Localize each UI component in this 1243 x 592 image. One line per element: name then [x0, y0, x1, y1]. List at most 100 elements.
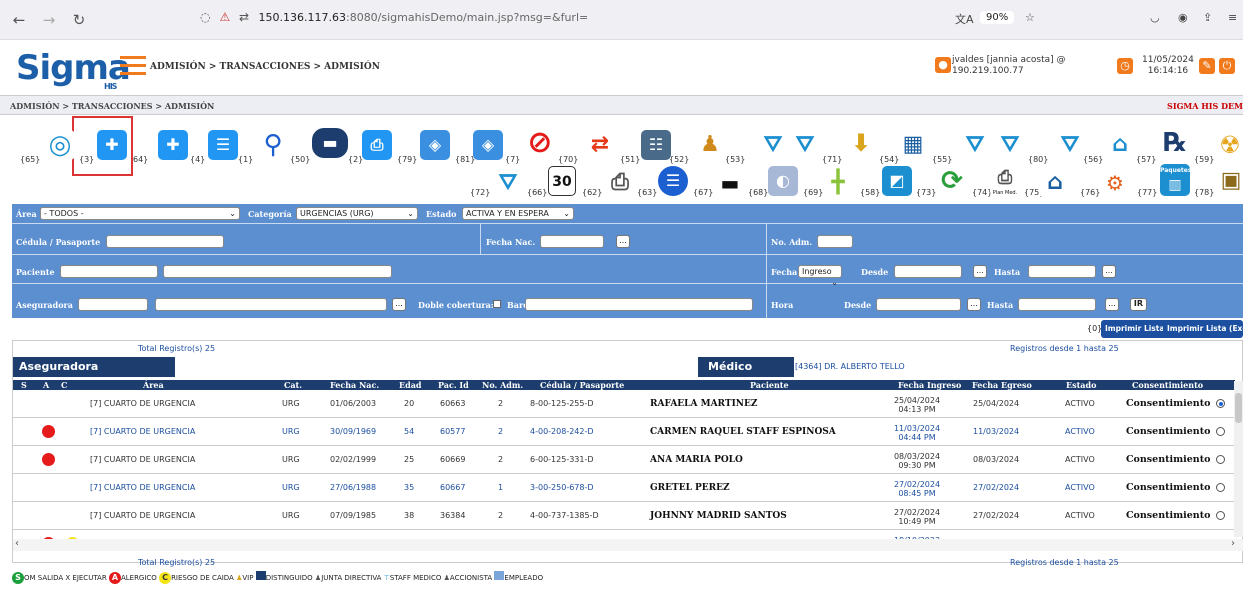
barcode-input[interactable]	[525, 298, 753, 311]
aseguradora-name-input[interactable]	[155, 298, 387, 311]
fingerprint-icon[interactable]: ◎	[45, 130, 75, 160]
print-excel-button[interactable]: Imprimir Lista (Excel	[1163, 320, 1243, 338]
cell-pac: 36384	[440, 511, 466, 520]
power-icon[interactable]: ⏻	[1219, 58, 1235, 74]
translate-icon[interactable]: 文A	[955, 11, 974, 27]
tools-icon[interactable]: ✎	[1199, 58, 1215, 74]
printer-gray-icon[interactable]: ⎙	[605, 168, 635, 198]
list-money-icon[interactable]: ☷	[641, 130, 671, 160]
fecha-select[interactable]: Ingreso ⌄	[798, 265, 842, 287]
document-icon[interactable]: ◩	[882, 166, 912, 196]
calendar-icon[interactable]: 30	[548, 166, 576, 196]
prescription-icon[interactable]: ℞	[1160, 128, 1190, 158]
cancel-icon[interactable]: ⊘	[525, 128, 555, 158]
table-row[interactable]: [7] CUARTO DE URGENCIA URG 07/09/1985 38 363…	[13, 502, 1235, 530]
categoria-select[interactable]: URGENCIAS (URG) ⌄	[296, 207, 418, 220]
basket-barcode-icon[interactable]: ⛛	[790, 130, 820, 160]
hora-desde-input[interactable]	[876, 298, 961, 311]
desde-picker-button[interactable]: ...	[973, 265, 987, 278]
reload-icon[interactable]: ↻	[68, 11, 90, 29]
ir-button[interactable]: IR	[1130, 298, 1147, 311]
table-row[interactable]: [7] CUARTO DE URGENCIA URG 02/02/1999 25 606…	[13, 446, 1235, 474]
tag-icon[interactable]: ◈	[420, 130, 450, 160]
cell-consentimiento[interactable]: Consentimiento	[1126, 390, 1210, 418]
radiation-icon[interactable]: ☢	[1215, 130, 1243, 160]
row-select-radio[interactable]	[1216, 455, 1225, 464]
cedula-input[interactable]	[106, 235, 224, 248]
house-basket-icon[interactable]: ⌂	[1040, 168, 1070, 198]
row-select-radio[interactable]	[1216, 399, 1225, 408]
xray-icon[interactable]: ◐	[768, 166, 798, 196]
hospital-money-icon[interactable]: ⌂	[1105, 130, 1135, 160]
hasta-picker-button[interactable]: ...	[1102, 265, 1116, 278]
hasta-input[interactable]	[1028, 265, 1096, 278]
box-down-icon[interactable]: ⬇	[846, 128, 876, 158]
cell-consentimiento[interactable]: Consentimiento	[1126, 446, 1210, 474]
bed-icon[interactable]: ▬	[715, 168, 745, 198]
basket-payment-icon[interactable]: ⛛	[1055, 130, 1085, 160]
chart-search-icon[interactable]: ▦	[898, 130, 928, 160]
print-list-button[interactable]: Imprimir Lista	[1101, 320, 1169, 338]
row-select-radio[interactable]	[1216, 427, 1225, 436]
cell-consentimiento[interactable]: Consentimiento	[1126, 502, 1210, 530]
back-icon[interactable]: ←	[8, 11, 30, 29]
desde-input[interactable]	[894, 265, 962, 278]
table-row[interactable]: [7] CUARTO DE URGENCIA URG 30/09/1969 54 605…	[13, 418, 1235, 446]
fecha-nac-picker-button[interactable]: ...	[616, 235, 630, 248]
refresh-icon[interactable]: ⟳	[937, 166, 967, 196]
scroll-right-icon[interactable]: ›	[1231, 538, 1235, 549]
cell-consentimiento[interactable]: Consentimiento	[1126, 418, 1210, 446]
fecha-nac-input[interactable]	[540, 235, 604, 248]
cart-gears-icon[interactable]: ⚙	[1100, 168, 1130, 198]
medical-kit-opd-icon[interactable]: ✚	[158, 130, 188, 160]
cell-consentimiento[interactable]: Consentimiento	[1126, 474, 1210, 502]
area-select[interactable]: - TODOS - ⌄	[40, 207, 240, 220]
basket-money-2-icon[interactable]: ⛛	[995, 130, 1025, 160]
transfer-icon[interactable]: ⇄	[585, 130, 615, 160]
medical-kit-icon[interactable]: ✚	[97, 130, 127, 160]
hora-hasta-picker-button[interactable]: ...	[1105, 298, 1119, 311]
hamburger-menu-icon[interactable]	[120, 56, 146, 80]
basket-money-icon[interactable]: ⛛	[960, 130, 990, 160]
aseguradora-code-input[interactable]	[78, 298, 148, 311]
row-select-radio[interactable]	[1216, 511, 1225, 520]
aseguradora-lookup-button[interactable]: ...	[392, 298, 406, 311]
filter-row-1: Área - TODOS - ⌄ Categoría URGENCIAS (URG…	[12, 204, 1243, 224]
account-icon[interactable]: ◉	[1178, 11, 1188, 24]
packages-icon[interactable]: Paquetes ▥	[1160, 164, 1191, 196]
doble-cobertura-checkbox[interactable]	[493, 300, 501, 308]
scrollbar-thumb[interactable]	[1235, 393, 1242, 423]
estado-select[interactable]: ACTIVA Y EN ESPERA ⌄	[462, 207, 574, 220]
paciente-last-input[interactable]	[163, 265, 392, 278]
zoom-level[interactable]: 90%	[980, 11, 1015, 24]
bed-add-icon[interactable]: ╋	[823, 168, 853, 198]
no-adm-input[interactable]	[817, 235, 853, 248]
icon-count: {62}	[582, 188, 603, 197]
hora-hasta-input[interactable]	[1018, 298, 1096, 311]
horizontal-scrollbar[interactable]: ‹ ›	[13, 538, 1243, 551]
hora-desde-picker-button[interactable]: ...	[967, 298, 981, 311]
printer-icon[interactable]: ⎙	[362, 130, 392, 160]
scroll-left-icon[interactable]: ‹	[15, 538, 19, 549]
vertical-scrollbar[interactable]	[1234, 381, 1243, 537]
basket-planet-icon[interactable]: ⛛	[493, 168, 523, 198]
pocket-icon[interactable]: ◡	[1150, 11, 1160, 24]
clipboard-add-icon[interactable]: ☰	[208, 130, 238, 160]
boxes-icon[interactable]: ▣	[1216, 166, 1243, 196]
chat-icon[interactable]: ☰	[658, 166, 688, 196]
doctor-money-icon[interactable]: ♟	[695, 130, 725, 160]
row-select-radio[interactable]	[1216, 483, 1225, 492]
tag-edit-icon[interactable]: ◈	[473, 130, 503, 160]
table-row[interactable]: [7] CUARTO DE URGENCIA URG 27/06/1988 35 606…	[13, 474, 1235, 502]
bookmark-star-icon[interactable]: ☆	[1025, 11, 1035, 24]
forward-icon[interactable]: →	[38, 11, 60, 29]
share-icon[interactable]: ⇪	[1203, 11, 1212, 24]
menu-icon[interactable]: ≡	[1228, 11, 1237, 24]
card-icon[interactable]: ▬	[312, 128, 348, 158]
basket-icon[interactable]: ⛛	[758, 130, 788, 160]
magnifier-icon[interactable]: ⚲	[258, 130, 288, 160]
table-row[interactable]: [7] CUARTO DE URGENCIA URG 01/06/2003 20 606…	[13, 390, 1235, 418]
paciente-first-input[interactable]	[60, 265, 158, 278]
plan-med-icon[interactable]: ⎙ Plan Med.	[990, 166, 1020, 196]
address-bar[interactable]: ◌ ⚠ ⇄ 150.136.117.63:8080/sigmahisDemo/m…	[200, 10, 588, 24]
